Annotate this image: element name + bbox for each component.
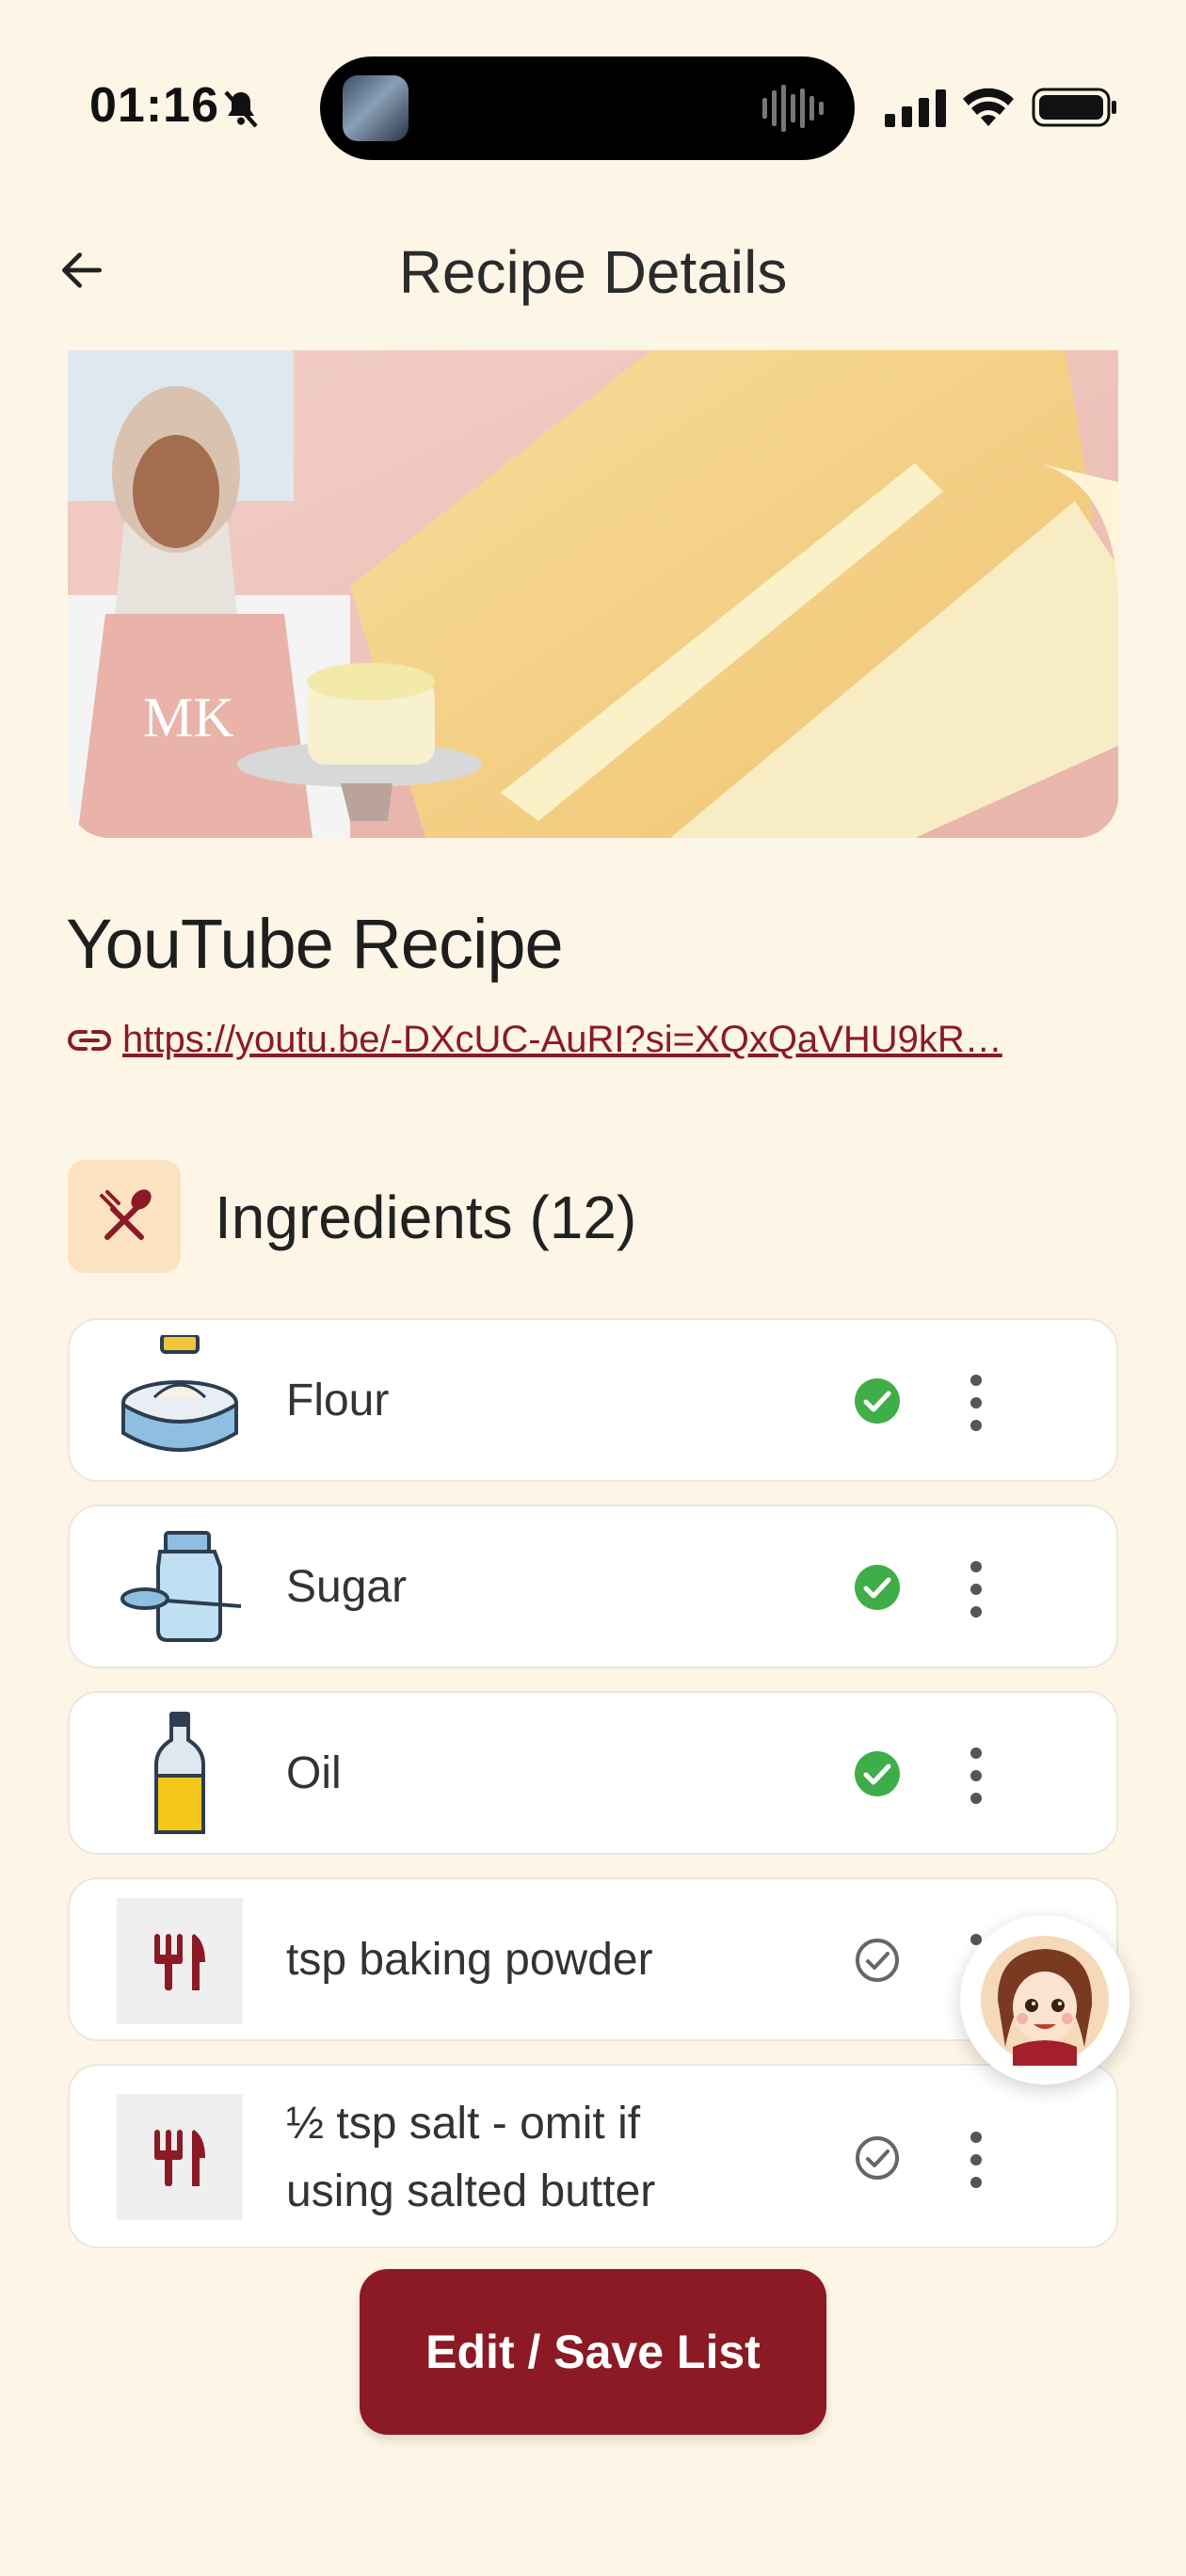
link-icon xyxy=(68,1029,111,1051)
check-circle-outline-icon[interactable] xyxy=(853,2133,902,2182)
edit-save-list-button[interactable]: Edit / Save List xyxy=(360,2269,826,2435)
ingredient-card-oil[interactable]: Oil xyxy=(68,1691,1118,1855)
ingredient-card-salt[interactable]: ½ tsp salt - omit if using salted butter xyxy=(68,2064,1118,2248)
ingredients-heading: Ingredients (12) xyxy=(215,1183,637,1251)
oil-bottle-icon xyxy=(154,1712,205,1834)
ingredient-card-sugar[interactable]: Sugar xyxy=(68,1505,1118,1668)
more-options-button[interactable] xyxy=(962,1747,990,1804)
ingredient-label: Oil xyxy=(286,1748,342,1798)
spoon-fork-crossed-icon xyxy=(100,1189,152,1240)
status-time: 01:16 xyxy=(89,78,219,133)
recipe-thumbnail-image[interactable]: MK xyxy=(68,350,1118,838)
recipe-title: YouTube Recipe xyxy=(66,905,564,983)
ingredient-label: Flour xyxy=(286,1376,390,1425)
status-bar: 01:16 xyxy=(0,0,1186,188)
ingredients-section-icon xyxy=(68,1160,181,1273)
utensils-icon xyxy=(154,1934,205,1990)
page-title: Recipe Details xyxy=(398,238,788,306)
check-circle-outline-icon[interactable] xyxy=(853,1936,902,1985)
wifi-icon xyxy=(963,88,1014,126)
media-thumbnail xyxy=(343,75,409,141)
battery-icon xyxy=(1032,88,1116,127)
check-circle-filled-icon[interactable] xyxy=(853,1749,902,1798)
bell-muted-icon xyxy=(224,90,258,128)
cellular-signal-icon xyxy=(885,89,946,127)
hero-logo-text: MK xyxy=(143,686,234,749)
ingredient-placeholder-thumb xyxy=(117,1898,243,2024)
sugar-jar-icon xyxy=(120,1531,242,1642)
ingredient-card-baking-powder[interactable]: tsp baking powder xyxy=(68,1877,1118,2041)
check-circle-filled-icon[interactable] xyxy=(853,1377,902,1425)
assistant-avatar-button[interactable] xyxy=(960,1915,1130,2085)
ingredient-placeholder-thumb xyxy=(117,2094,243,2220)
more-options-button[interactable] xyxy=(962,2132,990,2188)
ingredient-label: tsp baking powder xyxy=(286,1935,653,1985)
chef-avatar-icon xyxy=(981,1936,1109,2066)
dynamic-island xyxy=(320,56,855,160)
audio-wave-icon xyxy=(762,85,824,132)
flour-bowl-icon xyxy=(121,1335,238,1452)
more-options-button[interactable] xyxy=(962,1561,990,1618)
recipe-link-text[interactable]: https://youtu.be/-DXcUC-AuRI?si=XQxQaVHU… xyxy=(122,1019,1002,1061)
ingredient-label: Sugar xyxy=(286,1562,408,1612)
utensils-icon xyxy=(154,2130,205,2186)
ingredient-label-line1: ½ tsp salt - omit if xyxy=(286,2099,641,2149)
ingredient-card-flour[interactable]: Flour xyxy=(68,1318,1118,1482)
recipe-source-link[interactable]: https://youtu.be/-DXcUC-AuRI?si=XQxQaVHU… xyxy=(68,1019,1002,1061)
more-options-button[interactable] xyxy=(962,1375,990,1431)
ingredient-label-line2: using salted butter xyxy=(286,2166,656,2216)
check-circle-filled-icon[interactable] xyxy=(853,1563,902,1612)
